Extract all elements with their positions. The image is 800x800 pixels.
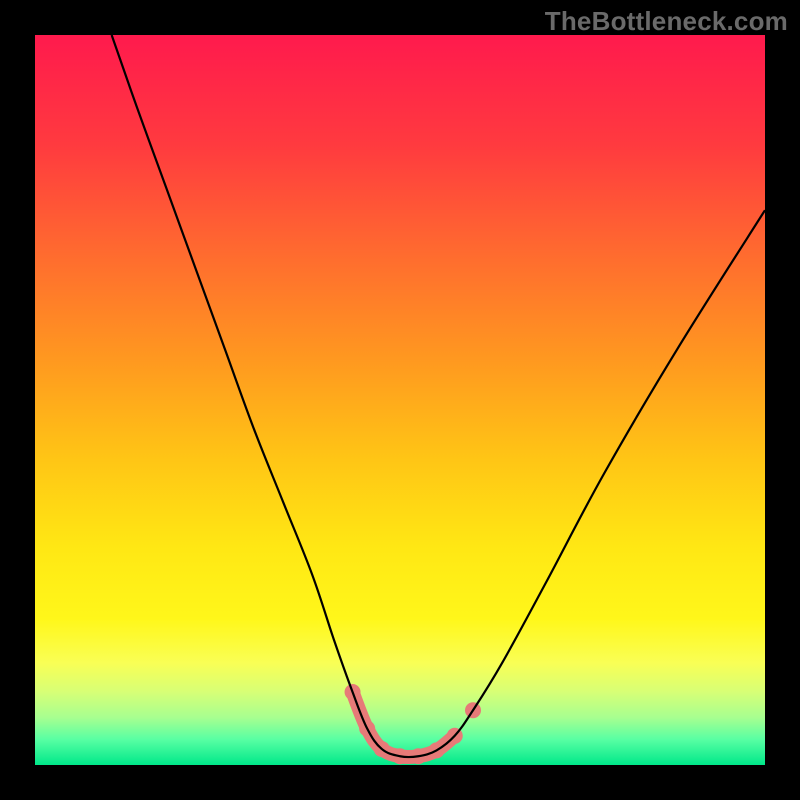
gradient-background — [35, 35, 765, 765]
watermark-text: TheBottleneck.com — [545, 6, 788, 37]
plot-area — [35, 35, 765, 765]
bottleneck-chart — [35, 35, 765, 765]
chart-frame: TheBottleneck.com — [0, 0, 800, 800]
